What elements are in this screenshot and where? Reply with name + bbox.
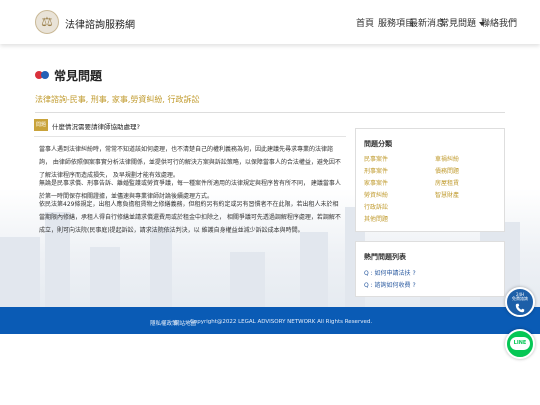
scales-icon[interactable]: ⚖ bbox=[35, 10, 59, 34]
phone-label: 24H 免費諮詢 bbox=[507, 293, 533, 301]
footer-copyright: Copyright@2022 LEGAL ADVISORY NETWORK Al… bbox=[190, 319, 373, 325]
top-navbar: ⚖ 法律諮詢服務網 首頁 服務項目 最新消息 常見問題 聯絡我們 bbox=[0, 0, 540, 44]
question-text: 什麼情況需要請律師協助處理? bbox=[52, 123, 140, 131]
city-silhouette bbox=[230, 252, 265, 307]
category-card-title: 問題分類 bbox=[364, 140, 392, 148]
answer-paragraph: 依民法第429條規定，出租人應負擔租賃物之修繕義務，但租約另有約定或另有習慣者不… bbox=[39, 201, 341, 234]
phone-call-button[interactable]: 24H 免費諮詢 bbox=[505, 287, 535, 317]
category-link[interactable]: 勞資糾紛 bbox=[364, 190, 388, 199]
phone-label-free: 免費諮詢 bbox=[512, 296, 528, 301]
city-silhouette bbox=[150, 227, 172, 307]
phone-icon bbox=[515, 303, 525, 313]
title-dots-icon bbox=[35, 71, 49, 79]
category-link[interactable]: 智慧財產 bbox=[435, 190, 459, 199]
line-chat-button[interactable]: LINE bbox=[505, 329, 535, 359]
nav-faq-dropdown[interactable]: 常見問題 bbox=[440, 16, 486, 29]
faq-link[interactable]: Q : 如何申請法扶 ? bbox=[364, 268, 416, 277]
question-badge: 問題 bbox=[34, 119, 48, 131]
site-brand[interactable]: 法律諮詢服務網 bbox=[65, 16, 135, 31]
category-link[interactable]: 刑事案件 bbox=[364, 166, 388, 175]
city-silhouette bbox=[300, 232, 328, 307]
page-title: 常見問題 bbox=[54, 69, 103, 83]
divider bbox=[35, 112, 505, 113]
category-link[interactable]: 民事案件 bbox=[364, 154, 388, 163]
category-link[interactable]: 房屋租賃 bbox=[435, 178, 459, 187]
blue-dot bbox=[41, 71, 49, 79]
faq-link[interactable]: Q : 諮詢如何收費 ? bbox=[364, 280, 416, 289]
category-link[interactable]: 家事案件 bbox=[364, 178, 388, 187]
category-card: 問題分類 民事案件 刑事案件 家事案件 勞資糾紛 行政訴訟 其他問題 車禍糾紛 … bbox=[355, 128, 505, 232]
faq-card-title: 熱門問題列表 bbox=[364, 253, 406, 261]
page-subtitle: 法律諮詢-民事, 刑事, 家事,勞資糾紛, 行政訴訟 bbox=[35, 95, 200, 104]
category-link[interactable]: 債務問題 bbox=[435, 166, 459, 175]
faq-card: 熱門問題列表 Q : 如何申請法扶 ? Q : 諮詢如何收費 ? bbox=[355, 241, 505, 297]
nav-faq-label: 常見問題 bbox=[440, 19, 477, 29]
category-link[interactable]: 行政訴訟 bbox=[364, 202, 388, 211]
nav-contact[interactable]: 聯絡我們 bbox=[481, 16, 517, 29]
city-silhouette bbox=[0, 237, 40, 307]
category-link[interactable]: 其他問題 bbox=[364, 214, 388, 223]
city-silhouette bbox=[90, 247, 120, 307]
divider bbox=[34, 136, 346, 137]
category-link[interactable]: 車禍糾紛 bbox=[435, 154, 459, 163]
footer: 隱私權政策 網站地圖 Copyright@2022 LEGAL ADVISORY… bbox=[0, 307, 540, 334]
nav-home[interactable]: 首頁 bbox=[356, 16, 374, 29]
line-label: LINE bbox=[513, 340, 527, 346]
